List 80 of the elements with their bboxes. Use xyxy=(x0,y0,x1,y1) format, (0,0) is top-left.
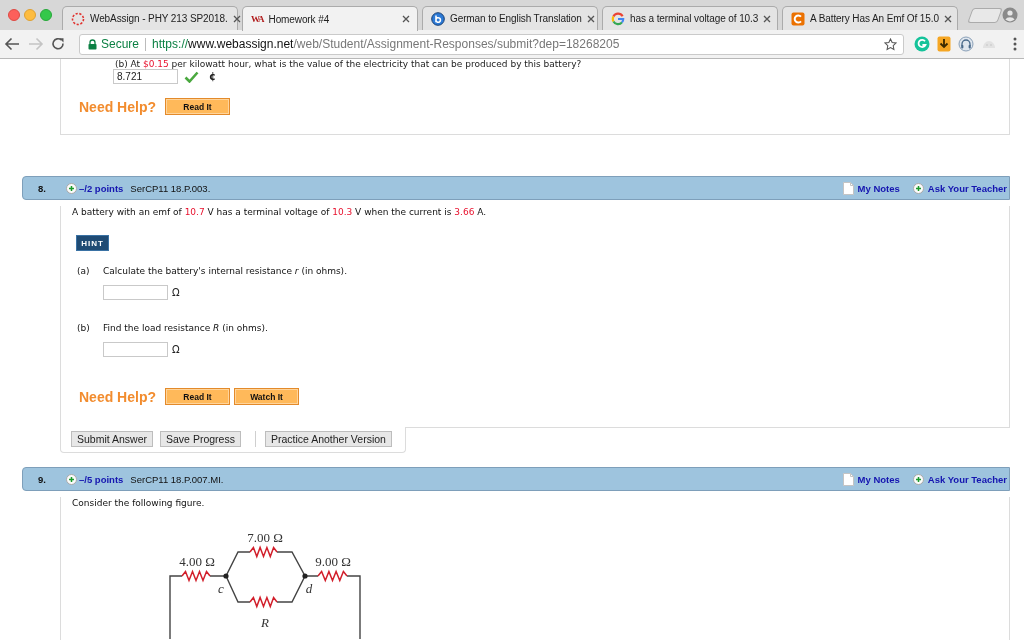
secure-label: Secure xyxy=(101,37,140,51)
help-button[interactable]: Read It xyxy=(165,98,230,115)
close-icon[interactable] xyxy=(763,14,772,23)
part-question: Calculate the battery's internal resistance r (in ohms). xyxy=(103,265,347,277)
headphones-icon[interactable] xyxy=(958,36,974,52)
dashed-ring-icon xyxy=(71,11,85,26)
profile-icon[interactable] xyxy=(1002,7,1018,23)
points-label: –/2 points xyxy=(79,182,124,194)
question-text: A battery with an emf of 10.7 V has a terminal voltage of 10.3 V when the current is 3.66 A. xyxy=(72,206,488,218)
unit-label: Ω xyxy=(172,344,180,355)
resistance-label: 7.00 Ω xyxy=(247,530,283,545)
resistor-symbol xyxy=(181,569,211,583)
problem-number: 9. xyxy=(38,473,47,485)
need-help-label: Need Help? xyxy=(79,388,156,405)
answer-field[interactable] xyxy=(103,285,168,300)
resistor-symbol xyxy=(249,595,278,609)
circle-logo-icon[interactable] xyxy=(914,36,930,52)
close-icon[interactable] xyxy=(943,14,952,23)
plus-circle-icon[interactable] xyxy=(912,473,924,485)
resistance-label: 4.00 Ω xyxy=(179,554,215,569)
circle-logo-icon xyxy=(431,11,445,26)
ring-logo-icon xyxy=(611,11,625,26)
plus-circle-icon[interactable] xyxy=(66,473,77,485)
help-button[interactable]: Read It xyxy=(165,388,230,405)
help-button[interactable]: Watch It xyxy=(234,388,299,405)
resistor-symbol xyxy=(317,569,348,583)
action-button[interactable]: Save Progress xyxy=(160,431,241,447)
browser-tab[interactable]: has a terminal voltage of 10.3 xyxy=(602,6,778,30)
action-button[interactable]: Practice Another Version xyxy=(264,431,392,447)
reload-icon[interactable] xyxy=(51,37,65,51)
browser-tab[interactable]: WebAssign - PHY 213 SP2018. xyxy=(62,6,238,30)
node-label: c xyxy=(218,581,224,596)
close-icon[interactable] xyxy=(402,15,410,23)
star-icon[interactable] xyxy=(884,37,897,51)
plus-circle-icon[interactable] xyxy=(912,182,924,194)
tab-logo: WA xyxy=(251,14,264,24)
close-window-button[interactable] xyxy=(8,9,20,21)
need-help-label: Need Help? xyxy=(79,98,156,115)
answer-field[interactable] xyxy=(103,342,168,357)
problem-code: SerCP11 18.P.003. xyxy=(130,182,211,194)
resistor-symbol xyxy=(249,545,278,559)
question-text: Consider the following figure. xyxy=(72,497,206,509)
ask-teacher-link[interactable]: Ask Your Teacher xyxy=(927,473,1007,485)
junction-dot xyxy=(302,573,308,579)
unit-label: Ω xyxy=(172,287,180,298)
my-notes-link[interactable]: My Notes xyxy=(857,473,900,485)
close-icon[interactable] xyxy=(232,14,241,23)
junction-dot xyxy=(223,573,229,579)
answer-field[interactable]: 8.721 xyxy=(113,69,178,84)
browser-tab[interactable]: WA Homework #4 xyxy=(242,6,418,31)
note-icon xyxy=(842,472,854,486)
browser-tab[interactable]: A Battery Has An Emf Of 15.0 xyxy=(782,6,958,30)
part-label: (b) xyxy=(77,322,91,334)
plus-circle-icon[interactable] xyxy=(66,182,77,194)
part-label: (a) xyxy=(77,265,91,277)
ask-teacher-link[interactable]: Ask Your Teacher xyxy=(927,182,1007,194)
url-text: https://www.webassign.net/web/Student/Assignment-Responses/submit?dep=18268205 xyxy=(152,37,620,51)
note-icon xyxy=(842,181,854,195)
node-label: d xyxy=(305,581,313,596)
unit-label: ¢ xyxy=(209,71,216,82)
lock-icon xyxy=(88,38,97,50)
points-label: –/5 points xyxy=(79,473,124,485)
close-icon[interactable] xyxy=(586,14,595,23)
address-bar[interactable]: Secure https://www.webassign.net/web/Student/Assignment-Responses/submit?dep=18268205 xyxy=(79,33,904,55)
hint-button[interactable]: HINT xyxy=(76,235,109,251)
part-question: Find the load resistance R (in ohms). xyxy=(103,322,268,334)
browser-tab[interactable]: German to English Translation xyxy=(422,6,598,30)
my-notes-link[interactable]: My Notes xyxy=(857,182,900,194)
resistance-label: R xyxy=(261,615,269,630)
problem-code: SerCP11 18.P.007.MI. xyxy=(130,473,224,485)
menu-icon[interactable] xyxy=(1013,37,1017,51)
back-arrow-icon[interactable] xyxy=(4,37,20,51)
action-button[interactable]: Submit Answer xyxy=(71,431,154,447)
zoom-window-button[interactable] xyxy=(40,9,52,21)
new-tab-button[interactable] xyxy=(967,8,1003,23)
problem-number: 8. xyxy=(38,182,47,194)
download-icon[interactable] xyxy=(937,36,951,52)
square-logo-icon xyxy=(791,11,805,26)
resistance-label: 9.00 Ω xyxy=(315,554,351,569)
question-text: (b) At $0.15 per kilowatt hour, what is the value of the electricity that can be produced by this battery? xyxy=(115,59,583,69)
